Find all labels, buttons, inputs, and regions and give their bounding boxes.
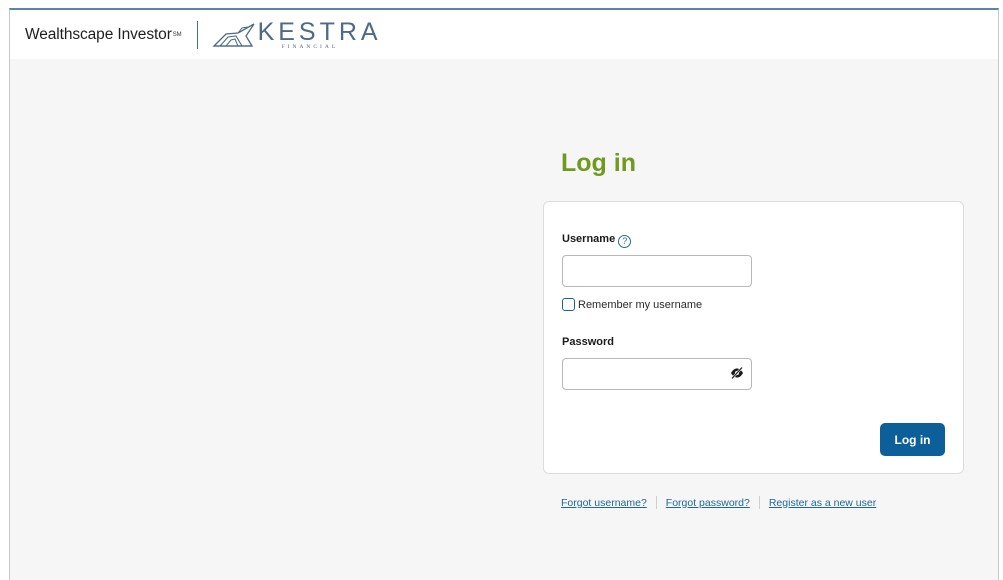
kestra-word: KESTRA: [257, 17, 382, 46]
register-link[interactable]: Register as a new user: [769, 497, 876, 509]
username-label: Username?: [562, 233, 632, 248]
link-separator: [655, 496, 657, 509]
password-input[interactable]: [562, 358, 752, 390]
help-icon[interactable]: ?: [618, 235, 632, 248]
login-button[interactable]: Log in: [880, 423, 945, 456]
remember-checkbox[interactable]: [562, 298, 575, 311]
brand-service-mark: SM: [172, 31, 182, 38]
login-card: Username? Remember my username Password …: [543, 201, 964, 474]
username-input[interactable]: [562, 255, 752, 287]
kestra-logo-mark-icon: [212, 22, 255, 47]
kestra-wordmark: KESTRA FINANCIAL: [257, 17, 382, 50]
remember-username[interactable]: Remember my username: [562, 298, 702, 311]
account-links: Forgot username? Forgot password? Regist…: [561, 496, 876, 509]
password-label: Password: [562, 336, 614, 348]
forgot-password-link[interactable]: Forgot password?: [666, 497, 750, 509]
forgot-username-link[interactable]: Forgot username?: [561, 497, 647, 509]
link-separator: [758, 496, 760, 509]
kestra-logo: KESTRA FINANCIAL: [212, 17, 382, 50]
brand-text: Wealthscape Investor: [25, 25, 172, 43]
username-label-text: Username: [562, 233, 616, 245]
header: Wealthscape InvestorSM KESTRA FINANCIAL: [10, 10, 998, 59]
header-divider: [196, 20, 198, 49]
page-title: Log in: [561, 149, 636, 177]
eye-slash-icon[interactable]: [730, 366, 744, 380]
brand-name: Wealthscape InvestorSM: [25, 26, 182, 44]
app-frame: Wealthscape InvestorSM KESTRA FINANCIAL …: [9, 8, 999, 580]
remember-label: Remember my username: [578, 298, 703, 311]
kestra-subword: FINANCIAL: [281, 43, 339, 50]
